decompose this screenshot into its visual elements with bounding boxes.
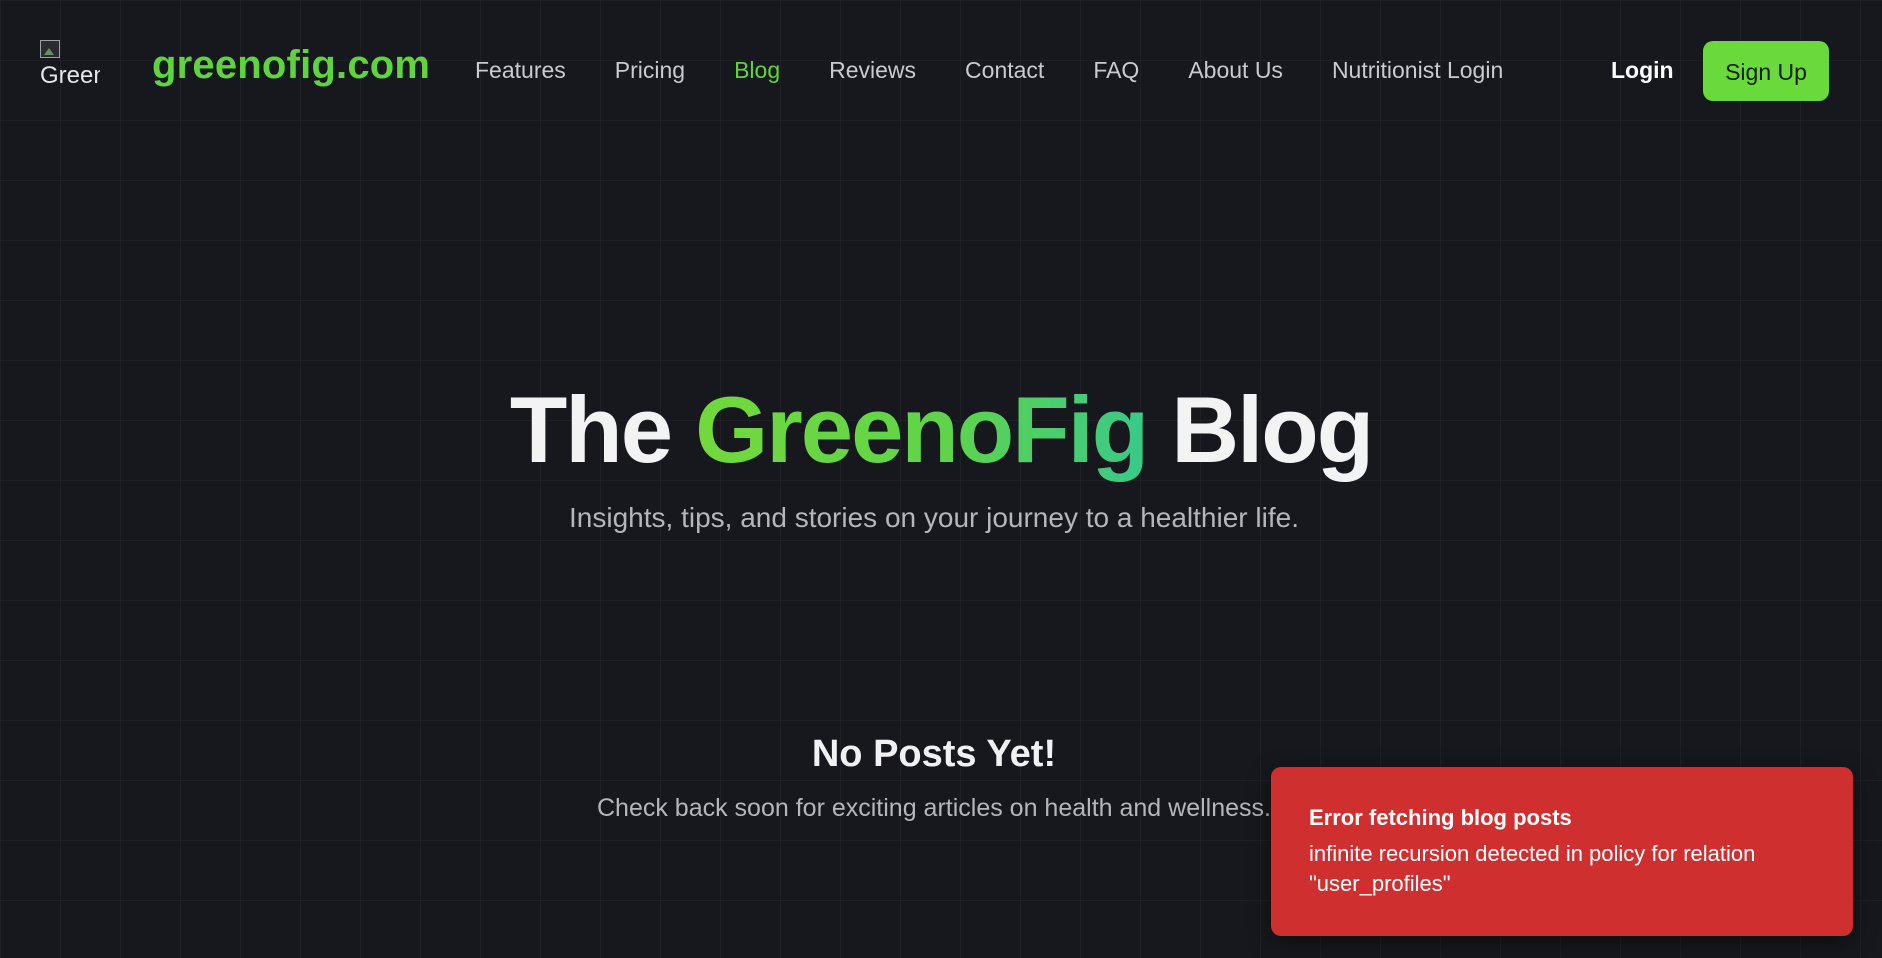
toast-title: Error fetching blog posts — [1309, 805, 1572, 830]
nav-item-about-us[interactable]: About Us — [1188, 52, 1283, 88]
nav-item-blog[interactable]: Blog — [734, 52, 780, 88]
logo-text[interactable]: greenofig.com — [152, 43, 430, 88]
logo-link[interactable]: Greenofig logo greenofig.com — [40, 40, 430, 90]
nav-item-features[interactable]: Features — [475, 52, 566, 88]
nav-item-contact[interactable]: Contact — [965, 52, 1044, 88]
title-accent: GreenoFig — [695, 377, 1149, 482]
broken-image-icon — [40, 40, 60, 58]
signup-button[interactable]: Sign Up — [1703, 41, 1829, 101]
page-subtitle: Insights, tips, and stories on your jour… — [569, 502, 1299, 533]
site-header: Greenofig logo greenofig.com Features Pr… — [0, 0, 1882, 142]
logo-alt-text: Greenofig logo — [40, 62, 100, 89]
logo-image: Greenofig logo — [40, 40, 100, 90]
main-nav: Features Pricing Blog Reviews Contact FA… — [475, 52, 1552, 88]
nav-item-faq[interactable]: FAQ — [1093, 52, 1139, 88]
toast-description: infinite recursion detected in policy fo… — [1309, 841, 1756, 896]
title-suffix: Blog — [1147, 377, 1374, 482]
login-link[interactable]: Login — [1611, 52, 1674, 88]
nav-item-reviews[interactable]: Reviews — [829, 52, 916, 88]
page-title: The GreenoFig Blog — [0, 375, 1882, 485]
error-toast[interactable]: Error fetching blog posts infinite recur… — [1271, 767, 1853, 936]
title-prefix: The — [509, 377, 696, 482]
nav-item-nutritionist-login[interactable]: Nutritionist Login — [1332, 52, 1503, 88]
nav-item-pricing[interactable]: Pricing — [615, 52, 685, 88]
